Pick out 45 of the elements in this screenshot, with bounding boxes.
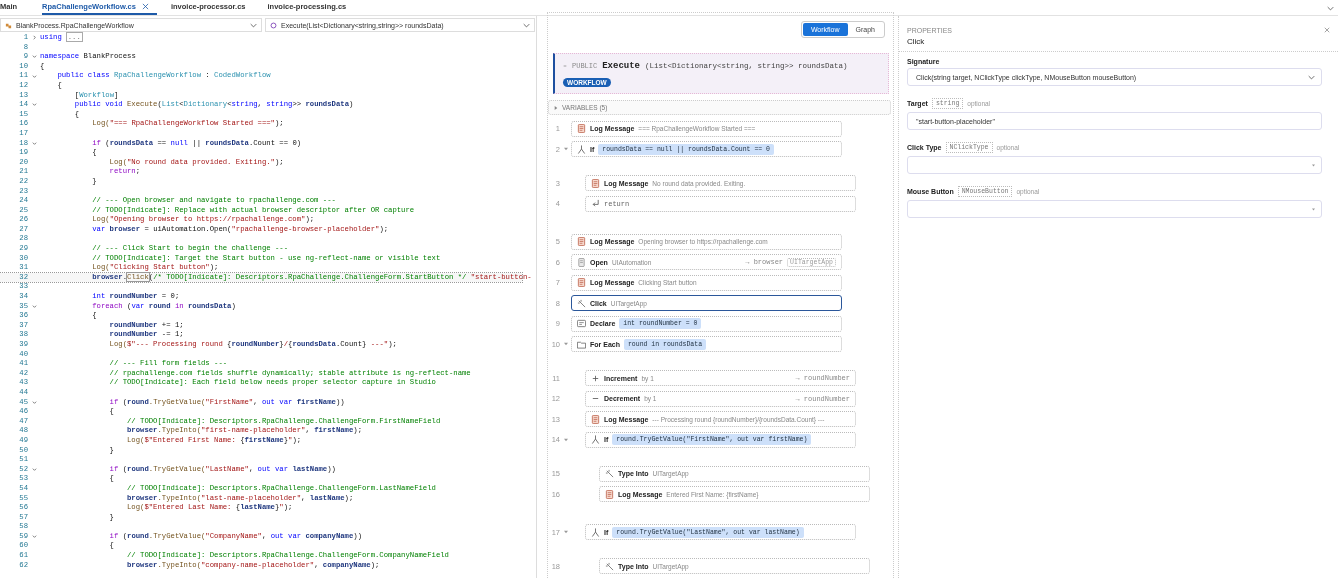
fold-chevron-icon[interactable] [31, 102, 37, 108]
return-arrow-icon [591, 199, 600, 208]
select-field[interactable] [907, 200, 1322, 218]
branch-icon [591, 435, 600, 444]
wand-icon [605, 469, 614, 478]
document-icon [577, 278, 586, 287]
fold-chevron-icon[interactable] [31, 54, 37, 60]
caret-icon[interactable] [563, 342, 568, 346]
wand-icon [605, 561, 614, 571]
document-icon [577, 257, 586, 267]
fold-chevron-icon[interactable] [31, 73, 37, 79]
caret-icon [1312, 207, 1315, 211]
fold-chevron-icon[interactable] [31, 35, 37, 41]
box-icon [577, 319, 586, 328]
document-icon [591, 178, 600, 188]
fold-chevron-icon[interactable] [31, 303, 37, 309]
method-icon [270, 21, 277, 29]
document-icon [577, 237, 586, 246]
caret-icon[interactable] [563, 530, 568, 534]
document-icon [577, 124, 586, 133]
branch-icon [591, 527, 600, 537]
plus-icon [591, 373, 600, 383]
branch-icon [577, 144, 586, 154]
caret-icon[interactable] [563, 437, 568, 442]
close-icon[interactable] [141, 3, 149, 10]
close-icon[interactable] [1324, 27, 1330, 33]
fold-chevron-icon[interactable] [31, 140, 37, 146]
fold-chevron-icon[interactable] [31, 534, 37, 540]
folder-icon [577, 339, 586, 349]
document-icon [605, 489, 614, 499]
panel-title: Click [907, 37, 926, 46]
document-icon [591, 414, 600, 424]
wand-icon [577, 298, 586, 308]
caret-icon[interactable] [563, 147, 568, 151]
chevron-icon[interactable] [1327, 6, 1334, 11]
method-name: Execute [602, 61, 641, 71]
fold-chevron-icon[interactable] [31, 399, 37, 405]
chevron-icon[interactable] [250, 22, 257, 28]
class-icon [5, 21, 12, 29]
chevron-icon[interactable] [1308, 74, 1315, 80]
collapse-icon[interactable] [563, 64, 567, 68]
chevron-icon[interactable] [523, 22, 530, 28]
caret-icon [1312, 163, 1315, 167]
fold-chevron-icon[interactable] [31, 467, 37, 472]
select-field[interactable] [907, 156, 1322, 174]
